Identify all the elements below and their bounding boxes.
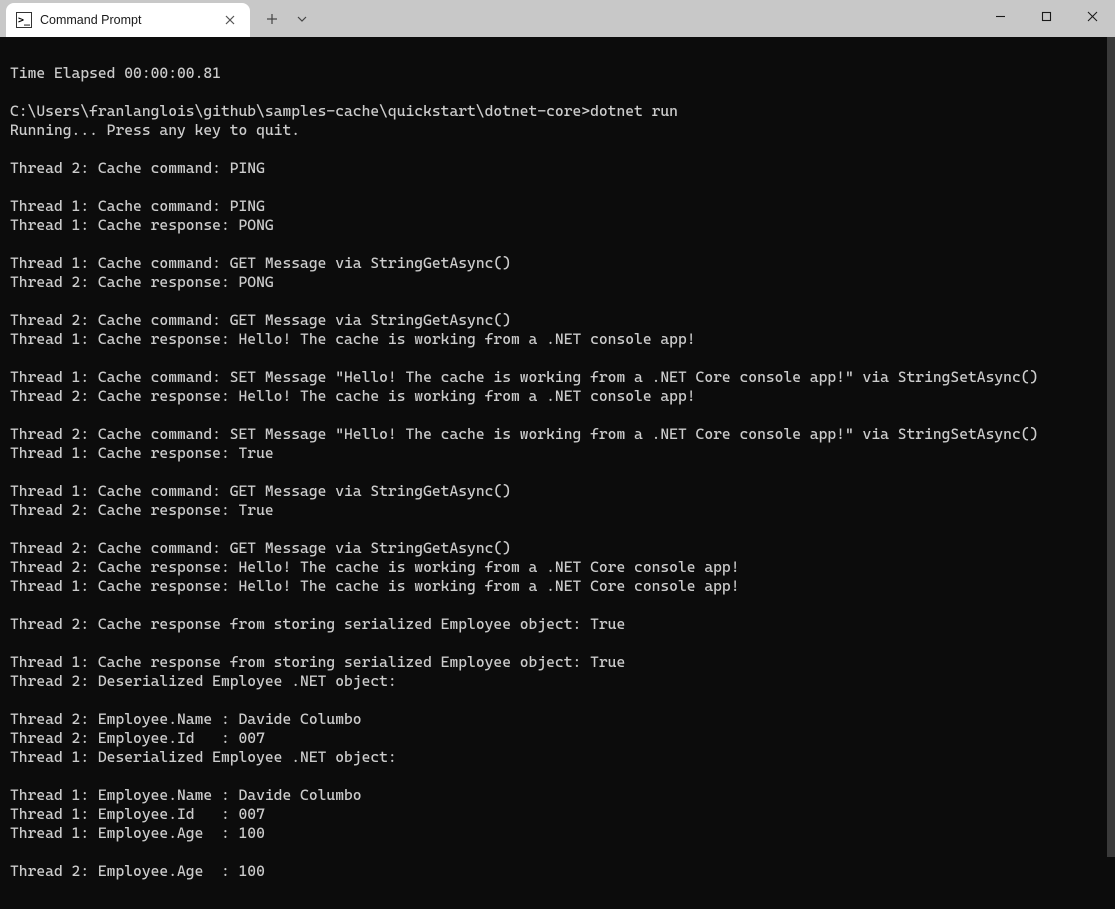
terminal-line — [10, 45, 1105, 64]
scrollbar-track[interactable] — [1107, 37, 1115, 909]
terminal-line — [10, 634, 1105, 653]
terminal-line: Thread 2: Cache command: SET Message "He… — [10, 425, 1105, 444]
terminal-line — [10, 292, 1105, 311]
terminal-line: Thread 1: Cache command: SET Message "He… — [10, 368, 1105, 387]
terminal-line: Thread 1: Cache command: PING — [10, 197, 1105, 216]
terminal-line: Thread 1: Employee.Id : 007 — [10, 805, 1105, 824]
titlebar: >_ Command Prompt — [0, 0, 1115, 37]
minimize-icon — [995, 11, 1006, 22]
terminal-output[interactable]: Time Elapsed 00:00:00.81 C:\Users\franla… — [0, 37, 1115, 909]
terminal-line: Thread 2: Cache command: PING — [10, 159, 1105, 178]
terminal-line: Thread 1: Cache response from storing se… — [10, 653, 1105, 672]
terminal-line — [10, 691, 1105, 710]
terminal-line — [10, 406, 1105, 425]
terminal-line — [10, 881, 1105, 900]
terminal-line — [10, 596, 1105, 615]
terminal-line — [10, 463, 1105, 482]
close-icon — [1087, 11, 1098, 22]
terminal-line: Thread 1: Cache response: Hello! The cac… — [10, 330, 1105, 349]
minimize-button[interactable] — [977, 0, 1023, 32]
terminal-line — [10, 767, 1105, 786]
tab-close-button[interactable] — [220, 10, 240, 30]
terminal-line: Thread 2: Cache response: Hello! The cac… — [10, 558, 1105, 577]
terminal-line: Thread 1: Cache response: True — [10, 444, 1105, 463]
terminal-line: Thread 1: Cache command: GET Message via… — [10, 254, 1105, 273]
terminal-line: Thread 1: Employee.Age : 100 — [10, 824, 1105, 843]
plus-icon — [266, 13, 278, 25]
maximize-icon — [1041, 11, 1052, 22]
cmd-icon: >_ — [16, 12, 32, 28]
terminal-line — [10, 178, 1105, 197]
terminal-line: Thread 2: Cache command: GET Message via… — [10, 539, 1105, 558]
terminal-line: Thread 2: Cache response from storing se… — [10, 615, 1105, 634]
maximize-button[interactable] — [1023, 0, 1069, 32]
terminal-line: Thread 2: Employee.Id : 007 — [10, 729, 1105, 748]
close-window-button[interactable] — [1069, 0, 1115, 32]
terminal-line: Thread 2: Cache response: True — [10, 501, 1105, 520]
terminal-line — [10, 83, 1105, 102]
terminal-line: Time Elapsed 00:00:00.81 — [10, 64, 1105, 83]
terminal-line: Thread 2: Cache response: Hello! The cac… — [10, 387, 1105, 406]
terminal-line — [10, 843, 1105, 862]
terminal-line: Thread 1: Cache response: Hello! The cac… — [10, 577, 1105, 596]
terminal-line: Running... Press any key to quit. — [10, 121, 1105, 140]
terminal-line: Thread 2: Cache command: GET Message via… — [10, 311, 1105, 330]
terminal-line — [10, 349, 1105, 368]
new-tab-button[interactable] — [256, 3, 288, 35]
terminal-line — [10, 235, 1105, 254]
window-controls — [977, 0, 1115, 32]
close-icon — [225, 15, 235, 25]
terminal-line: Thread 1: Cache command: GET Message via… — [10, 482, 1105, 501]
chevron-down-icon — [297, 16, 307, 22]
terminal-line: Thread 2: Employee.Age : 100 — [10, 862, 1105, 881]
terminal-line: Thread 2: Cache response: PONG — [10, 273, 1105, 292]
terminal-line: Thread 2: Employee.Name : Davide Columbo — [10, 710, 1105, 729]
terminal-line: Thread 1: Employee.Name : Davide Columbo — [10, 786, 1105, 805]
terminal-line: Thread 2: Deserialized Employee .NET obj… — [10, 672, 1105, 691]
tab-command-prompt[interactable]: >_ Command Prompt — [6, 3, 250, 37]
tab-dropdown-button[interactable] — [288, 3, 316, 35]
terminal-line: Thread 1: Deserialized Employee .NET obj… — [10, 748, 1105, 767]
terminal-line: Thread 1: Cache response: PONG — [10, 216, 1105, 235]
terminal-line — [10, 520, 1105, 539]
scrollbar-thumb[interactable] — [1107, 37, 1115, 857]
terminal-line — [10, 140, 1105, 159]
tab-title: Command Prompt — [40, 13, 220, 27]
terminal-line: C:\Users\franlanglois\github\samples-cac… — [10, 102, 1105, 121]
